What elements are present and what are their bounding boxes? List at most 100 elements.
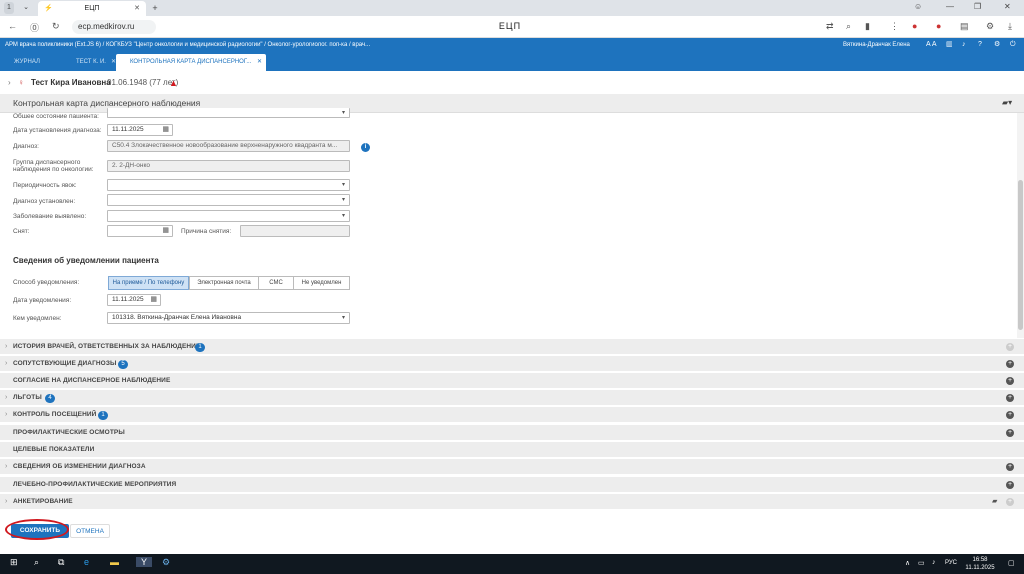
close-tab-icon[interactable]: ✕: [134, 1, 140, 16]
tab-list-icon[interactable]: ⌄: [20, 2, 32, 14]
yandex-browser-icon[interactable]: Y: [136, 557, 152, 567]
print-icon[interactable]: ▰▾: [1002, 98, 1012, 107]
periodicity-select[interactable]: ▾: [107, 179, 350, 191]
logout-icon[interactable]: ⏻: [1010, 38, 1016, 52]
translate-icon[interactable]: ⇄: [826, 21, 834, 32]
periodicity-label: Периодичность явок:: [13, 182, 77, 189]
add-icon[interactable]: +: [1006, 481, 1014, 489]
notify-method-in-person[interactable]: На приеме / По телефону: [108, 276, 189, 290]
tray-arrow-icon[interactable]: ∧: [905, 559, 910, 567]
notify-date-field[interactable]: 11.11.2025 ▦: [107, 294, 161, 306]
close-window-icon[interactable]: ✕: [1004, 2, 1011, 11]
removed-date-field[interactable]: ▦: [107, 225, 173, 237]
calendar-icon[interactable]: ▦: [150, 295, 157, 305]
add-icon[interactable]: +: [1006, 429, 1014, 437]
network-icon[interactable]: ▭: [918, 559, 925, 567]
search-icon[interactable]: ⌕: [846, 21, 851, 32]
section-visit-control[interactable]: › КОНТРОЛЬ ПОСЕЩЕНИЙ 1 +: [0, 407, 1024, 423]
section-consent[interactable]: СОГЛАСИЕ НА ДИСПАНСЕРНОЕ НАБЛЮДЕНИЕ +: [0, 373, 1024, 389]
section-diagnosis-changes[interactable]: › СВЕДЕНИЯ ОБ ИЗМЕНЕНИИ ДИАГНОЗА +: [0, 459, 1024, 475]
bookmark-icon[interactable]: ▮: [865, 21, 870, 32]
tab-counter[interactable]: 1: [4, 2, 14, 14]
edge-icon[interactable]: e: [84, 557, 89, 567]
general-state-select[interactable]: ▾: [107, 108, 350, 118]
section-doctor-history[interactable]: › ИСТОРИЯ ВРАЧЕЙ, ОТВЕТСТВЕННЫХ ЗА НАБЛЮ…: [0, 339, 1024, 355]
section-concomitant-diagnoses[interactable]: › СОПУТСТВУЮЩИЕ ДИАГНОЗЫ 5 +: [0, 356, 1024, 372]
chevron-right-icon: ›: [5, 463, 8, 470]
user-name[interactable]: Вяткина-Дранчак Елена: [843, 38, 910, 52]
collections-icon[interactable]: ▤: [960, 21, 969, 32]
new-tab-button[interactable]: +: [150, 2, 160, 14]
calendar-icon[interactable]: ▦: [162, 226, 169, 236]
tab-patient[interactable]: ТЕСТ К. И. ✕: [62, 54, 120, 71]
downloads-icon[interactable]: ⤓: [1008, 21, 1012, 32]
workstation-path[interactable]: АРМ врача поликлиники (Ext.JS 6) / КОГКБ…: [5, 38, 370, 52]
language-indicator[interactable]: РУС: [945, 560, 957, 566]
notification-center-icon[interactable]: ▢: [1008, 559, 1015, 567]
explorer-icon[interactable]: ▬: [110, 557, 119, 567]
notify-method-sms[interactable]: СМС: [258, 276, 294, 290]
section-questionnaire[interactable]: › АНКЕТИРОВАНИЕ ▰ +: [0, 494, 1024, 510]
add-icon[interactable]: +: [1006, 377, 1014, 385]
tab-journal[interactable]: ЖУРНАЛ: [0, 54, 58, 71]
general-state-label: Общее состояние пациента:: [13, 113, 99, 118]
diag-established-select[interactable]: ▾: [107, 194, 350, 206]
url-field[interactable]: ecp.medkirov.ru: [72, 20, 156, 34]
section-preventive-measures[interactable]: ЛЕЧЕБНО-ПРОФИЛАКТИЧЕСКИЕ МЕРОПРИЯТИЯ +: [0, 477, 1024, 493]
clock-time: 16:58: [972, 557, 988, 563]
close-tab-card-icon[interactable]: ✕: [257, 54, 262, 71]
font-size-icon[interactable]: A A: [926, 38, 937, 52]
section-preventive-exams[interactable]: ПРОФИЛАКТИЧЕСКИЕ ОСМОТРЫ +: [0, 425, 1024, 441]
profile-icon[interactable]: ☺: [914, 2, 922, 11]
group-field[interactable]: 2. 2-ДН-онко: [107, 160, 350, 172]
warning-icon[interactable]: ▲: [169, 74, 178, 92]
form-scrollbar-thumb[interactable]: [1018, 180, 1023, 330]
add-icon[interactable]: +: [1006, 498, 1014, 506]
calendar-icon[interactable]: ▦: [162, 125, 169, 135]
maximize-icon[interactable]: ❐: [974, 2, 981, 11]
patient-name[interactable]: Тест Кира Ивановна: [31, 74, 111, 92]
cancel-button[interactable]: ОТМЕНА: [70, 524, 110, 538]
start-icon[interactable]: ⊞: [10, 557, 18, 568]
reload-icon[interactable]: ↻: [52, 21, 60, 32]
diag-date-field[interactable]: 11.11.2025 ▦: [107, 124, 173, 136]
chart-icon[interactable]: ▥: [946, 38, 953, 52]
app-icon[interactable]: ⚙: [162, 557, 170, 568]
help-icon[interactable]: ?: [978, 38, 982, 52]
removal-reason-field[interactable]: [240, 225, 350, 237]
chevron-down-icon: ▾: [341, 182, 345, 188]
tab-control-card[interactable]: КОНТРОЛЬНАЯ КАРТА ДИСПАНСЕРНОГ... ✕: [116, 54, 266, 71]
expand-patient-icon[interactable]: ›: [8, 74, 11, 92]
removed-label: Снят:: [13, 228, 30, 235]
notify-method-none[interactable]: Не уведомлен: [293, 276, 350, 290]
notify-method-email[interactable]: Электронная почта: [189, 276, 259, 290]
add-icon[interactable]: +: [1006, 343, 1014, 351]
section-title: АНКЕТИРОВАНИЕ: [13, 498, 73, 505]
taskbar: ⊞ ⌕ ⧉ e ▬ Y ⚙ ∧ ▭ ♪ РУС 16:58 11.11.2025…: [0, 554, 1024, 574]
add-icon[interactable]: +: [1006, 411, 1014, 419]
settings-app-icon[interactable]: ⚙: [994, 38, 1000, 52]
back-icon[interactable]: ←: [8, 21, 17, 31]
extensions-icon[interactable]: ⋮: [890, 21, 899, 32]
browser-tab[interactable]: ⚡ ЕЦП ✕: [38, 1, 146, 16]
section-benefits[interactable]: › ЛЬГОТЫ 4 +: [0, 390, 1024, 406]
print-icon[interactable]: ▰: [992, 494, 997, 510]
info-icon[interactable]: i: [361, 143, 370, 152]
notifications-icon[interactable]: ♪: [962, 38, 966, 52]
clock[interactable]: 16:58 11.11.2025: [962, 556, 998, 572]
volume-icon[interactable]: ♪: [932, 559, 936, 566]
task-view-icon[interactable]: ⧉: [58, 557, 64, 568]
disease-found-select[interactable]: ▾: [107, 210, 350, 222]
add-icon[interactable]: +: [1006, 394, 1014, 402]
extension-red-icon[interactable]: ●: [912, 21, 917, 31]
minimize-icon[interactable]: —: [946, 2, 954, 11]
diagnosis-field[interactable]: C50.4 Злокачественное новообразование ве…: [107, 140, 350, 152]
add-icon[interactable]: +: [1006, 360, 1014, 368]
section-target-indicators[interactable]: ЦЕЛЕВЫЕ ПОКАЗАТЕЛИ: [0, 442, 1024, 458]
add-icon[interactable]: +: [1006, 463, 1014, 471]
extension-red2-icon[interactable]: ●: [936, 21, 941, 31]
settings-icon[interactable]: ⚙: [986, 21, 994, 32]
yandex-icon[interactable]: ⓪: [30, 21, 39, 34]
search-taskbar-icon[interactable]: ⌕: [34, 557, 39, 568]
notify-by-select[interactable]: 101318. Вяткина-Дранчак Елена Ивановна ▾: [107, 312, 350, 324]
